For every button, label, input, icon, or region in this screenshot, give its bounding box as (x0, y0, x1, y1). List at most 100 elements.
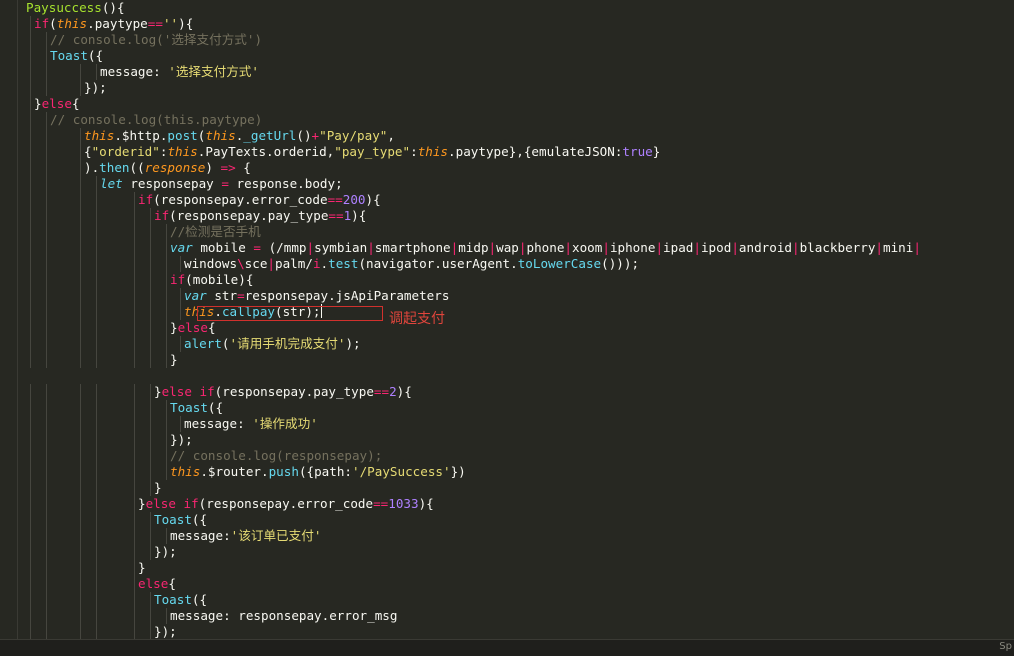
indent-guide (30, 480, 31, 496)
indent-guide (166, 336, 167, 352)
indent-guide (96, 560, 97, 576)
code-token: if (154, 208, 170, 223)
indent-guide (166, 432, 167, 448)
indent-guide (96, 256, 97, 272)
indent-guide (80, 320, 81, 336)
code-token: '/PaySuccess' (352, 464, 451, 479)
code-token: (responsepay.error_code (153, 192, 328, 207)
indent-guide (150, 208, 151, 224)
indent-guide (96, 192, 97, 208)
indent-guide (166, 224, 167, 240)
indent-guide (46, 624, 47, 639)
indent-guide (166, 464, 167, 480)
code-token: // console.log('选择支付方式') (50, 32, 263, 47)
code-token: ipad (663, 240, 694, 255)
indent-guide (80, 64, 81, 80)
code-token: alert (184, 336, 222, 351)
code-token: .paytype},{emulateJSON: (448, 144, 623, 159)
indent-guide (150, 544, 151, 560)
indent-guide (96, 224, 97, 240)
indent-guide (30, 96, 31, 112)
indent-guide (80, 272, 81, 288)
code-token: .$http. (114, 128, 168, 143)
indent-guide (46, 176, 47, 192)
indent-guide (46, 576, 47, 592)
code-token: mini (883, 240, 914, 255)
code-token: ) (205, 160, 221, 175)
code-editor[interactable]: Paysuccess(){if(this.paytype==''){// con… (0, 0, 1014, 639)
code-token: } (154, 384, 162, 399)
indent-guide (46, 64, 47, 80)
indent-guide (96, 464, 97, 480)
code-token: ){ (396, 384, 412, 399)
code-token: (){ (101, 0, 125, 15)
indent-guide (46, 544, 47, 560)
indent-guide (150, 352, 151, 368)
indent-guide (80, 336, 81, 352)
indent-guide (96, 432, 97, 448)
indent-guide (134, 512, 135, 528)
code-token: : (410, 144, 418, 159)
code-token: message: (184, 416, 253, 431)
code-token: == (373, 496, 389, 511)
code-line-content: if(responsepay.error_code==200){ (138, 192, 381, 208)
indent-guide (134, 352, 135, 368)
indent-guide (96, 528, 97, 544)
code-line-content: alert('请用手机完成支付'); (184, 336, 361, 352)
code-token: 1033 (388, 496, 419, 511)
indent-guide (80, 576, 81, 592)
indent-guide (46, 400, 47, 416)
code-line-content: if(mobile){ (170, 272, 253, 288)
indent-guide (150, 304, 151, 320)
status-bar: Sp (0, 639, 1014, 656)
indent-guide (134, 608, 135, 624)
code-line-content: // console.log(this.paytype) (50, 112, 262, 128)
code-token: str (206, 288, 238, 303)
code-token: }) (450, 464, 466, 479)
indent-guide (134, 208, 135, 224)
indent-guide (30, 496, 31, 512)
code-token: ({path: (298, 464, 353, 479)
indent-guide (46, 128, 47, 144)
indent-guide (46, 48, 47, 64)
code-line-content: this.$http.post(this._getUrl()+"Pay/pay"… (84, 128, 395, 144)
indent-guide (134, 448, 135, 464)
indent-guide (46, 464, 47, 480)
indent-guide (150, 224, 151, 240)
code-token: i (312, 256, 321, 271)
indent-guide (30, 288, 31, 304)
indent-guide (80, 224, 81, 240)
code-token: if (170, 272, 186, 287)
code-token: sce (244, 256, 268, 271)
code-token: { (207, 320, 216, 335)
indent-guide (166, 320, 167, 336)
code-token: } (34, 96, 42, 111)
code-token: | (693, 240, 701, 255)
indent-guide (30, 464, 31, 480)
indent-guide (96, 512, 97, 528)
indent-guide (46, 352, 47, 368)
indent-guide (30, 208, 31, 224)
indent-guide (30, 320, 31, 336)
code-token: | (655, 240, 664, 255)
code-token: phone (526, 240, 565, 255)
indent-guide (46, 496, 47, 512)
indent-guide (30, 592, 31, 608)
code-token: Toast (170, 400, 208, 415)
indent-guide (96, 208, 97, 224)
indent-guide (166, 528, 167, 544)
indent-guide (180, 256, 181, 272)
indent-guide (30, 608, 31, 624)
code-line-content: ).then((response) => { (84, 160, 251, 176)
code-token: | (913, 240, 921, 255)
code-token: { (235, 160, 251, 175)
indent-guide (80, 608, 81, 624)
indent-guide (80, 384, 81, 400)
indent-guide (180, 336, 181, 352)
indent-guide (134, 384, 135, 400)
indent-guide (166, 304, 167, 320)
code-token: if (34, 16, 50, 31)
code-token: Toast (50, 48, 88, 63)
code-token: ( (49, 16, 57, 31)
code-line-content: }); (170, 432, 193, 448)
